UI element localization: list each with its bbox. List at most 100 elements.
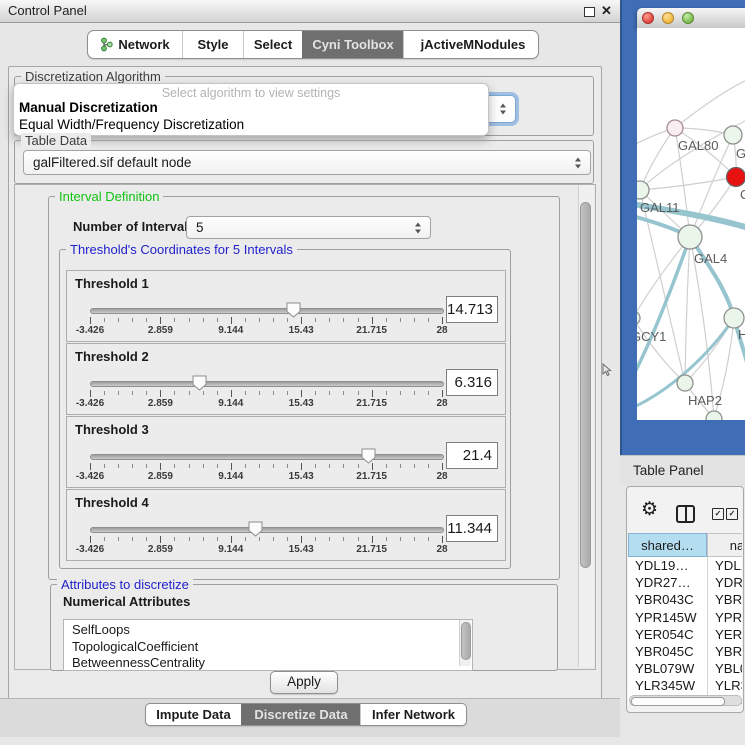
tick-mark bbox=[442, 536, 443, 543]
tick-mark bbox=[189, 318, 190, 322]
network-edge[interactable] bbox=[675, 80, 745, 128]
tick-mark bbox=[428, 318, 429, 322]
table-row[interactable]: YDL19…YDL1 bbox=[628, 557, 742, 574]
slider-thumb[interactable] bbox=[361, 448, 376, 464]
table-row[interactable]: YBR045CYBR0 bbox=[628, 643, 742, 660]
threshold-value-field[interactable]: 6.316 bbox=[446, 369, 498, 396]
network-node-c[interactable] bbox=[727, 168, 745, 187]
tick-mark bbox=[259, 537, 260, 541]
network-node-h[interactable] bbox=[724, 308, 744, 328]
table-row[interactable]: YER054CYER0 bbox=[628, 626, 742, 643]
float-icon[interactable] bbox=[584, 7, 595, 17]
slider-thumb[interactable] bbox=[192, 375, 207, 391]
minimize-traffic-light-icon[interactable] bbox=[662, 12, 674, 24]
network-edge-highlighted[interactable] bbox=[637, 237, 690, 378]
tick-label: 21.715 bbox=[356, 471, 387, 482]
tick-label: 28 bbox=[436, 471, 447, 482]
bottom-tab-impute-data[interactable]: Impute Data bbox=[146, 704, 241, 725]
threshold-slider-2[interactable] bbox=[90, 381, 444, 387]
table-row[interactable]: YBL079WYBL0 bbox=[628, 660, 742, 677]
tick-mark bbox=[386, 464, 387, 468]
node-label: GAL80 bbox=[678, 138, 718, 153]
tick-mark bbox=[273, 318, 274, 322]
tick-mark bbox=[231, 390, 232, 397]
settings-scrollbar[interactable] bbox=[578, 185, 594, 667]
tab-select[interactable]: Select bbox=[243, 31, 302, 58]
tick-mark bbox=[146, 391, 147, 395]
network-node-gal11[interactable] bbox=[637, 181, 649, 199]
tick-mark bbox=[160, 317, 161, 324]
apply-button[interactable]: Apply bbox=[270, 671, 338, 694]
threshold-value-field[interactable]: 11.344 bbox=[446, 515, 498, 542]
algorithm-combobox[interactable] bbox=[486, 95, 516, 123]
table-cell: YBR045C bbox=[628, 643, 707, 660]
table-hscrollbar[interactable] bbox=[629, 695, 742, 706]
close-traffic-light-icon[interactable] bbox=[642, 12, 654, 24]
table-hscrollbar-thumb[interactable] bbox=[631, 697, 725, 706]
tab-style[interactable]: Style bbox=[182, 31, 243, 58]
network-edge[interactable] bbox=[640, 177, 736, 190]
bottom-tab-label: Infer Network bbox=[372, 707, 455, 722]
gear-icon[interactable]: ⚙ bbox=[641, 499, 658, 521]
network-edge[interactable] bbox=[640, 128, 675, 190]
network-node-gal80[interactable] bbox=[667, 120, 683, 136]
attribute-item-selfloops[interactable]: SelfLoops bbox=[64, 622, 472, 639]
tab-network[interactable]: Network bbox=[88, 31, 182, 58]
bottom-tab-infer-network[interactable]: Infer Network bbox=[360, 704, 466, 725]
node-table[interactable]: shared…naYDL19…YDL1YDR27…YDR2YBR043CYBR0… bbox=[628, 533, 742, 704]
column-header-na[interactable]: na bbox=[707, 533, 742, 557]
algorithm-option-equal-width-frequency-discretization[interactable]: Equal Width/Frequency Discretization bbox=[16, 117, 490, 132]
checkbox-icon[interactable]: ✓ bbox=[726, 508, 738, 520]
bottom-tab-discretize-data[interactable]: Discretize Data bbox=[241, 704, 360, 725]
slider-thumb[interactable] bbox=[286, 302, 301, 318]
num-intervals-combobox[interactable]: 5 bbox=[186, 216, 431, 239]
tick-mark bbox=[329, 391, 330, 395]
network-node-ga[interactable] bbox=[724, 126, 742, 144]
table-data-group: Table Data galFiltered.sif default node bbox=[14, 140, 594, 184]
algorithm-option-manual-discretization[interactable]: Manual Discretization bbox=[16, 100, 490, 115]
threshold-slider-4[interactable] bbox=[90, 527, 444, 533]
network-node-gcy1[interactable] bbox=[637, 311, 640, 325]
close-icon[interactable]: ✕ bbox=[601, 3, 612, 19]
threshold-slider-1[interactable] bbox=[90, 308, 444, 314]
tick-mark bbox=[174, 318, 175, 322]
network-node-hap2[interactable] bbox=[677, 375, 693, 391]
attribute-item-topologicalcoefficient[interactable]: TopologicalCoefficient bbox=[64, 639, 472, 656]
tab-label: jActiveMNodules bbox=[421, 37, 526, 52]
checkbox-icon[interactable]: ✓ bbox=[712, 508, 724, 520]
tab-jactivemnodules[interactable]: jActiveMNodules bbox=[403, 31, 539, 58]
tick-mark bbox=[400, 318, 401, 322]
attributes-scrollbar[interactable] bbox=[459, 620, 471, 666]
table-row[interactable]: YDR27…YDR2 bbox=[628, 574, 742, 591]
tick-mark bbox=[400, 537, 401, 541]
network-canvas[interactable]: GAL80GACGAL11GAL4GCY1HHAP2 bbox=[637, 28, 745, 420]
tick-mark bbox=[400, 464, 401, 468]
settings-scrollbar-thumb[interactable] bbox=[580, 202, 591, 568]
tab-cyni-toolbox[interactable]: Cyni Toolbox bbox=[302, 31, 403, 58]
table-row[interactable]: YPR145WYPR1 bbox=[628, 609, 742, 626]
threshold-slider-3[interactable] bbox=[90, 454, 444, 460]
tick-mark bbox=[174, 464, 175, 468]
column-header-shared[interactable]: shared… bbox=[628, 533, 707, 557]
table-data-combobox-value: galFiltered.sif default node bbox=[33, 155, 191, 170]
table-row[interactable]: YBR043CYBR0 bbox=[628, 591, 742, 608]
network-window-titlebar[interactable] bbox=[637, 8, 745, 29]
tick-mark bbox=[329, 318, 330, 322]
table-row[interactable]: YLR345WYLR3 bbox=[628, 677, 742, 694]
threshold-value-field[interactable]: 14.713 bbox=[446, 296, 498, 323]
combo-arrows-icon bbox=[575, 157, 582, 168]
network-edge[interactable] bbox=[685, 237, 690, 383]
tick-mark bbox=[301, 317, 302, 324]
thresholds-group: Threshold's Coordinates for 5 Intervals … bbox=[59, 249, 511, 569]
threshold-value-field[interactable]: 21.4 bbox=[446, 442, 498, 469]
network-node-gal4[interactable] bbox=[678, 225, 702, 249]
tick-mark bbox=[174, 391, 175, 395]
numerical-attributes-list[interactable]: SelfLoopsTopologicalCoefficientBetweenne… bbox=[63, 619, 473, 671]
tick-mark bbox=[118, 391, 119, 395]
table-data-combobox[interactable]: galFiltered.sif default node bbox=[23, 150, 591, 175]
columns-icon[interactable] bbox=[676, 505, 695, 523]
slider-thumb[interactable] bbox=[248, 521, 263, 537]
zoom-traffic-light-icon[interactable] bbox=[682, 12, 694, 24]
tab-label: Style bbox=[197, 37, 228, 52]
attribute-item-betweennesscentrality[interactable]: BetweennessCentrality bbox=[64, 655, 472, 671]
